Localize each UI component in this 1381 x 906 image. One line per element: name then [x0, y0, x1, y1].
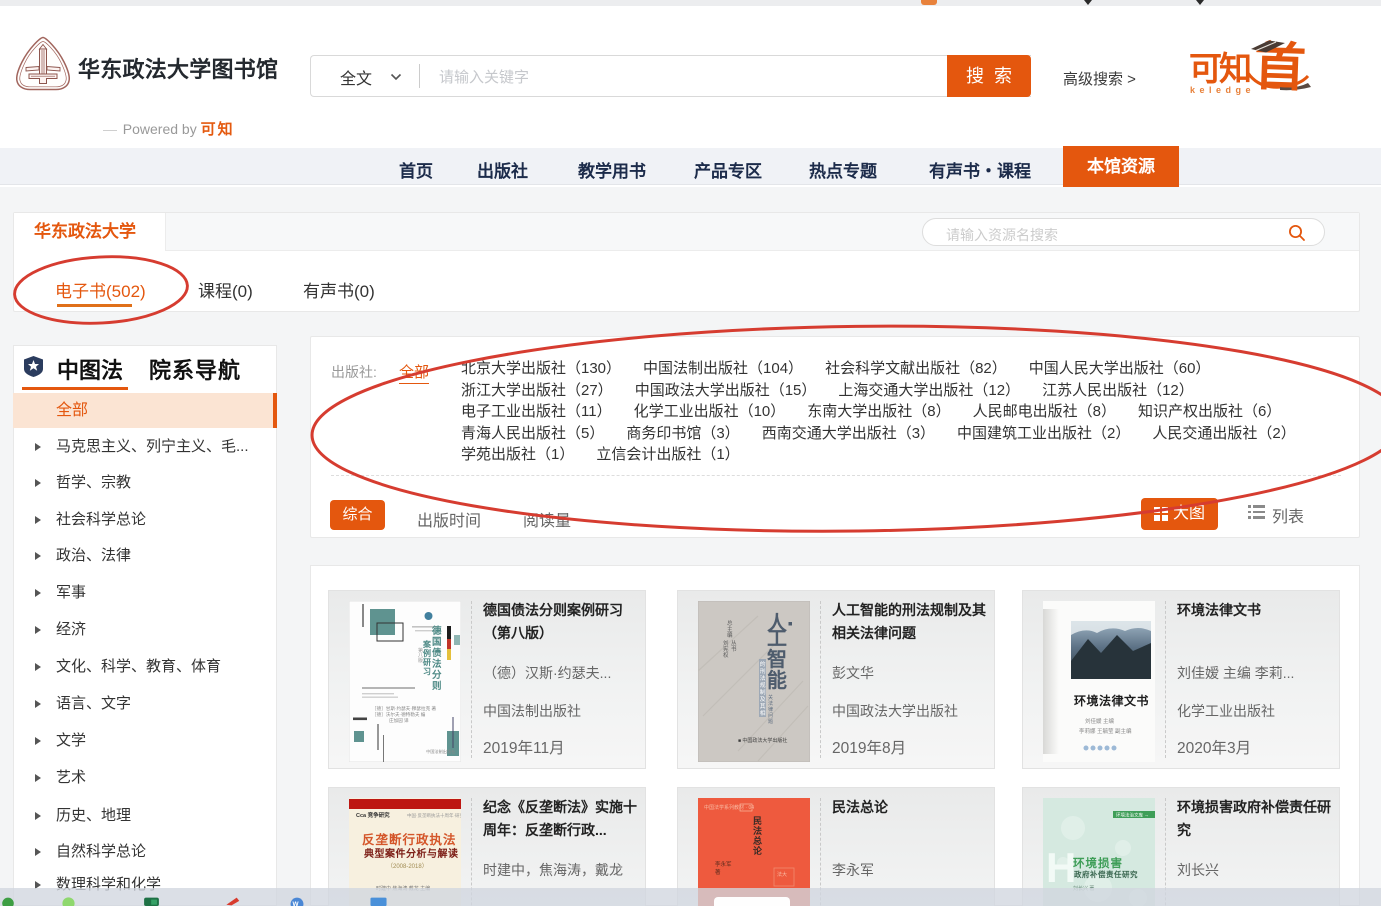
svg-text:环境法律文书: 环境法律文书 — [1074, 693, 1149, 708]
svg-text:法: 法 — [432, 658, 442, 670]
svg-text:中国·反垄断执法十周年·研究: 中国·反垄断执法十周年·研究 — [407, 812, 461, 819]
svg-text:■ 中国政法大学出版社: ■ 中国政法大学出版社 — [738, 737, 787, 744]
svg-text:关: 关 — [768, 694, 773, 701]
svg-text:［德］甘斯·约瑟夫·穆瑟拉克 著: ［德］甘斯·约瑟夫·穆瑟拉克 著 — [372, 705, 436, 712]
svg-text:（2008-2018）: （2008-2018） — [387, 863, 428, 870]
svg-text:总: 总 — [727, 619, 733, 627]
svg-text:宪: 宪 — [723, 645, 729, 653]
svg-text:李永军: 李永军 — [715, 860, 732, 868]
svg-text:环境法治文库 →: 环境法治文库 → — [1116, 812, 1149, 819]
svg-text:国: 国 — [432, 637, 442, 648]
svg-text:刘: 刘 — [723, 639, 729, 647]
svg-text:法: 法 — [753, 825, 762, 836]
svg-text:及: 及 — [760, 696, 766, 703]
svg-text:规: 规 — [760, 681, 766, 689]
svg-text:中国法学系列教材 · 04: 中国法学系列教材 · 04 — [704, 804, 754, 811]
svg-text:法: 法 — [760, 674, 766, 682]
svg-text:刑: 刑 — [760, 667, 766, 675]
svg-text:分: 分 — [432, 669, 442, 681]
svg-text:Cca 竞争研究: Cca 竞争研究 — [356, 811, 390, 819]
svg-text:权: 权 — [723, 651, 729, 659]
svg-text:债: 债 — [432, 647, 442, 659]
svg-text:研: 研 — [423, 658, 431, 667]
svg-text:李莉娜 王毓莹 副主编: 李莉娜 王毓莹 副主编 — [1079, 727, 1132, 735]
svg-text:其: 其 — [760, 702, 766, 710]
svg-text:H: H — [1046, 844, 1076, 891]
svg-text:版: 版 — [418, 657, 423, 664]
svg-text:则: 则 — [432, 680, 442, 692]
svg-text:书: 书 — [731, 645, 737, 653]
svg-text:民: 民 — [753, 816, 762, 826]
svg-text:W: W — [293, 901, 300, 906]
svg-text:主: 主 — [727, 625, 733, 633]
svg-text:中国法制出版社: 中国法制出版社 — [426, 748, 455, 755]
svg-text:制: 制 — [760, 688, 766, 696]
svg-text:法: 法 — [768, 700, 773, 707]
svg-text:环境损害: 环境损害 — [1073, 856, 1123, 870]
svg-text:keledge: keledge — [1190, 85, 1255, 95]
svg-text:反垄断行政执法: 反垄断行政执法 — [362, 832, 457, 847]
svg-text:案: 案 — [422, 639, 432, 649]
svg-text:习: 习 — [423, 667, 431, 676]
svg-text:刘佳嫒 主编: 刘佳嫒 主编 — [1085, 717, 1115, 725]
svg-text:律: 律 — [768, 706, 773, 713]
svg-text:能: 能 — [767, 668, 787, 692]
svg-text:德: 德 — [432, 625, 442, 637]
svg-text:著: 著 — [715, 868, 721, 876]
svg-text:可知: 可知 — [1189, 50, 1250, 87]
svg-text:论: 论 — [753, 845, 763, 856]
svg-text:编: 编 — [727, 631, 733, 639]
svg-text:工: 工 — [767, 628, 787, 650]
svg-text:丛: 丛 — [731, 639, 737, 647]
svg-text:政府补偿责任研究: 政府补偿责任研究 — [1074, 869, 1138, 879]
svg-text:的: 的 — [760, 660, 766, 668]
svg-text:问: 问 — [768, 712, 773, 719]
svg-text:题: 题 — [768, 719, 773, 725]
svg-text:智: 智 — [767, 647, 787, 671]
svg-text:庄加园 译: 庄加园 译 — [389, 717, 409, 724]
svg-text:相: 相 — [760, 709, 766, 717]
svg-text:法大: 法大 — [777, 871, 787, 878]
svg-text:典型案件分析与解读: 典型案件分析与解读 — [364, 847, 459, 860]
svg-text:［德］沃尔夫·德特勒夫 编: ［德］沃尔夫·德特勒夫 编 — [372, 711, 426, 718]
svg-text:总: 总 — [753, 835, 762, 846]
svg-text:例: 例 — [423, 648, 431, 658]
